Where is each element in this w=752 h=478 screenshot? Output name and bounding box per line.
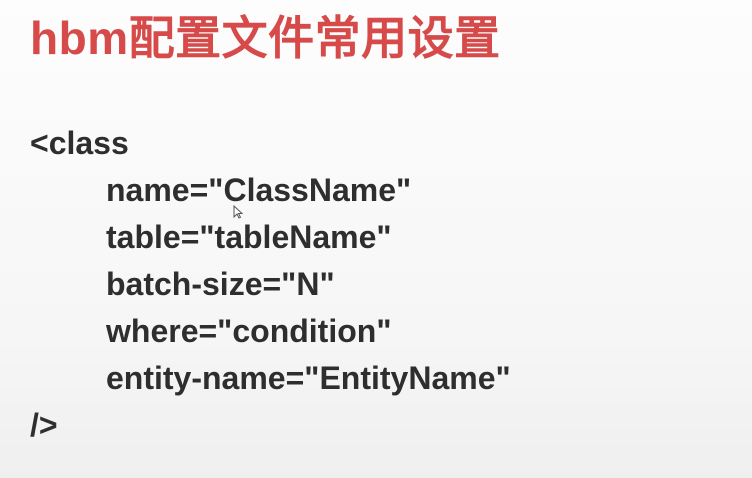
code-line-where-attr: where="condition": [106, 313, 392, 349]
mouse-pointer-icon: [233, 205, 243, 219]
code-line-name-attr: name="ClassName": [106, 172, 412, 208]
code-line-table-attr: table="tableName": [106, 219, 392, 255]
slide: hbm配置文件常用设置 <class name="ClassName" tabl…: [0, 0, 752, 478]
code-line-entity-name-attr: entity-name="EntityName": [106, 360, 511, 396]
code-line-batch-size-attr: batch-size="N": [106, 266, 335, 302]
slide-title: hbm配置文件常用设置: [30, 12, 501, 64]
code-block: <class name="ClassName" table="tableName…: [30, 120, 511, 449]
code-line-class-open: <class: [30, 125, 129, 161]
code-line-class-close: />: [30, 407, 58, 443]
